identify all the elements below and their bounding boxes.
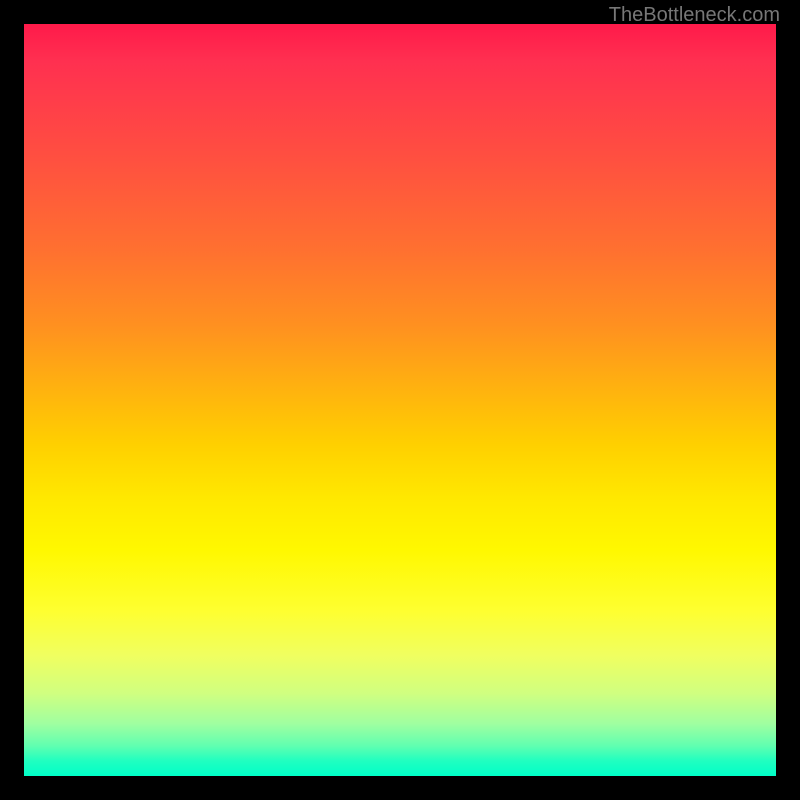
chart-area — [24, 24, 776, 776]
watermark-text: TheBottleneck.com — [609, 4, 780, 27]
gradient-background — [24, 24, 776, 776]
